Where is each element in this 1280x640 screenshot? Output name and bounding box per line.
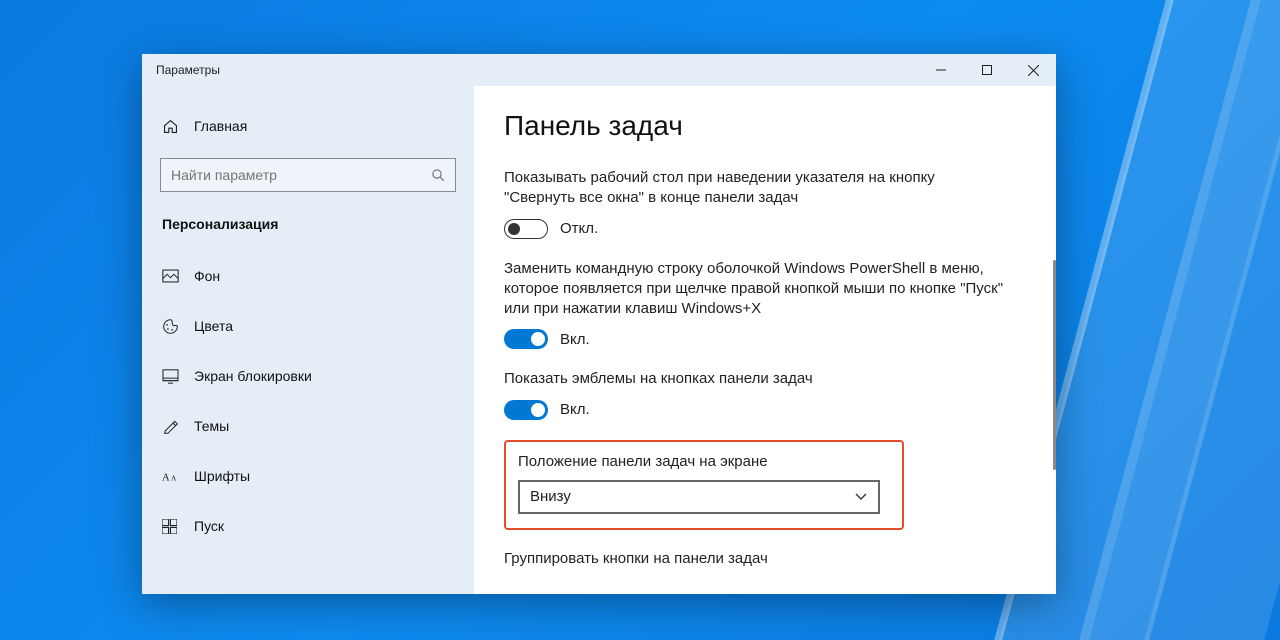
taskbar-position-highlight: Положение панели задач на экране Внизу [504,440,904,530]
close-icon [1028,65,1039,76]
sidebar-item-label: Цвета [190,318,233,334]
sidebar: Главная Персонализация Фон [142,86,474,594]
sidebar-item-start[interactable]: Пуск [142,504,474,548]
sidebar-item-themes[interactable]: Темы [142,404,474,448]
toggle-badges[interactable] [504,400,548,420]
scrollbar-thumb[interactable] [1053,260,1056,470]
page-title: Панель задач [504,110,1016,142]
toggle-state-label: Откл. [560,220,598,237]
chevron-down-icon [854,492,868,502]
section-title: Персонализация [142,206,474,254]
maximize-button[interactable] [964,54,1010,86]
themes-icon [162,418,190,435]
sidebar-item-label: Пуск [190,518,224,534]
toggle-state-label: Вкл. [560,401,590,418]
taskbar-position-dropdown[interactable]: Внизу [518,480,880,514]
close-button[interactable] [1010,54,1056,86]
setting-description: Показать эмблемы на кнопках панели задач [504,369,1004,389]
home-label: Главная [190,118,247,134]
dropdown-value: Внизу [530,488,571,505]
start-icon [162,519,190,534]
search-input[interactable] [161,167,421,183]
minimize-icon [936,65,946,75]
home-icon [162,118,190,135]
lockscreen-icon [162,369,190,384]
svg-text:A: A [171,473,177,482]
setting-peek-desktop: Показывать рабочий стол при наведении ук… [504,168,1004,239]
window-title: Параметры [142,63,220,77]
svg-text:A: A [162,472,170,483]
setting-description: Положение панели задач на экране [518,453,886,470]
sidebar-item-label: Шрифты [190,468,250,484]
toggle-peek-desktop[interactable] [504,219,548,239]
maximize-icon [982,65,992,75]
setting-description: Заменить командную строку оболочкой Wind… [504,259,1004,320]
fonts-icon: AA [162,469,190,484]
setting-powershell: Заменить командную строку оболочкой Wind… [504,259,1004,350]
sidebar-item-label: Экран блокировки [190,368,312,384]
background-icon [162,269,190,283]
sidebar-item-fonts[interactable]: AA Шрифты [142,454,474,498]
settings-window: Параметры Главная Пер [142,54,1056,594]
toggle-state-label: Вкл. [560,331,590,348]
sidebar-item-label: Темы [190,418,229,434]
setting-badges: Показать эмблемы на кнопках панели задач… [504,369,1004,419]
search-box[interactable] [160,158,456,192]
sidebar-item-colors[interactable]: Цвета [142,304,474,348]
sidebar-item-background[interactable]: Фон [142,254,474,298]
titlebar: Параметры [142,54,1056,86]
setting-grouping-label: Группировать кнопки на панели задач [504,550,1016,567]
content-pane: Панель задач Показывать рабочий стол при… [474,86,1056,594]
toggle-powershell[interactable] [504,329,548,349]
search-icon [421,168,455,183]
colors-icon [162,318,190,335]
minimize-button[interactable] [918,54,964,86]
setting-description: Показывать рабочий стол при наведении ук… [504,168,1004,209]
home-nav[interactable]: Главная [142,104,474,148]
sidebar-item-label: Фон [190,268,220,284]
sidebar-item-lockscreen[interactable]: Экран блокировки [142,354,474,398]
